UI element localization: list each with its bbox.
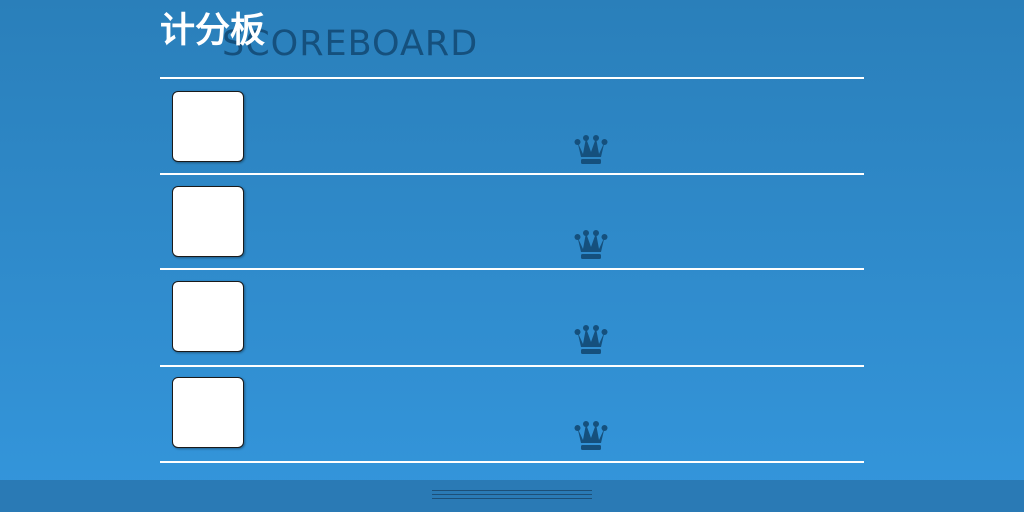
player-avatar[interactable] xyxy=(172,186,244,257)
scoreboard-row[interactable] xyxy=(160,269,864,363)
player-avatar[interactable] xyxy=(172,377,244,448)
footer-bar xyxy=(0,480,1024,512)
scoreboard-row[interactable] xyxy=(160,174,864,268)
scoreboard-row[interactable] xyxy=(160,365,864,459)
crown-icon xyxy=(574,230,608,259)
player-avatar[interactable] xyxy=(172,281,244,352)
scoreboard-row[interactable] xyxy=(160,79,864,173)
crown-icon xyxy=(574,325,608,354)
crown-icon xyxy=(574,421,608,450)
drag-handle-icon[interactable] xyxy=(432,490,592,502)
divider xyxy=(160,461,864,463)
player-avatar[interactable] xyxy=(172,91,244,162)
crown-icon xyxy=(574,135,608,164)
scoreboard-header: SCOREBOARD 计分板 xyxy=(160,0,864,78)
page-title: 计分板 xyxy=(160,11,266,51)
